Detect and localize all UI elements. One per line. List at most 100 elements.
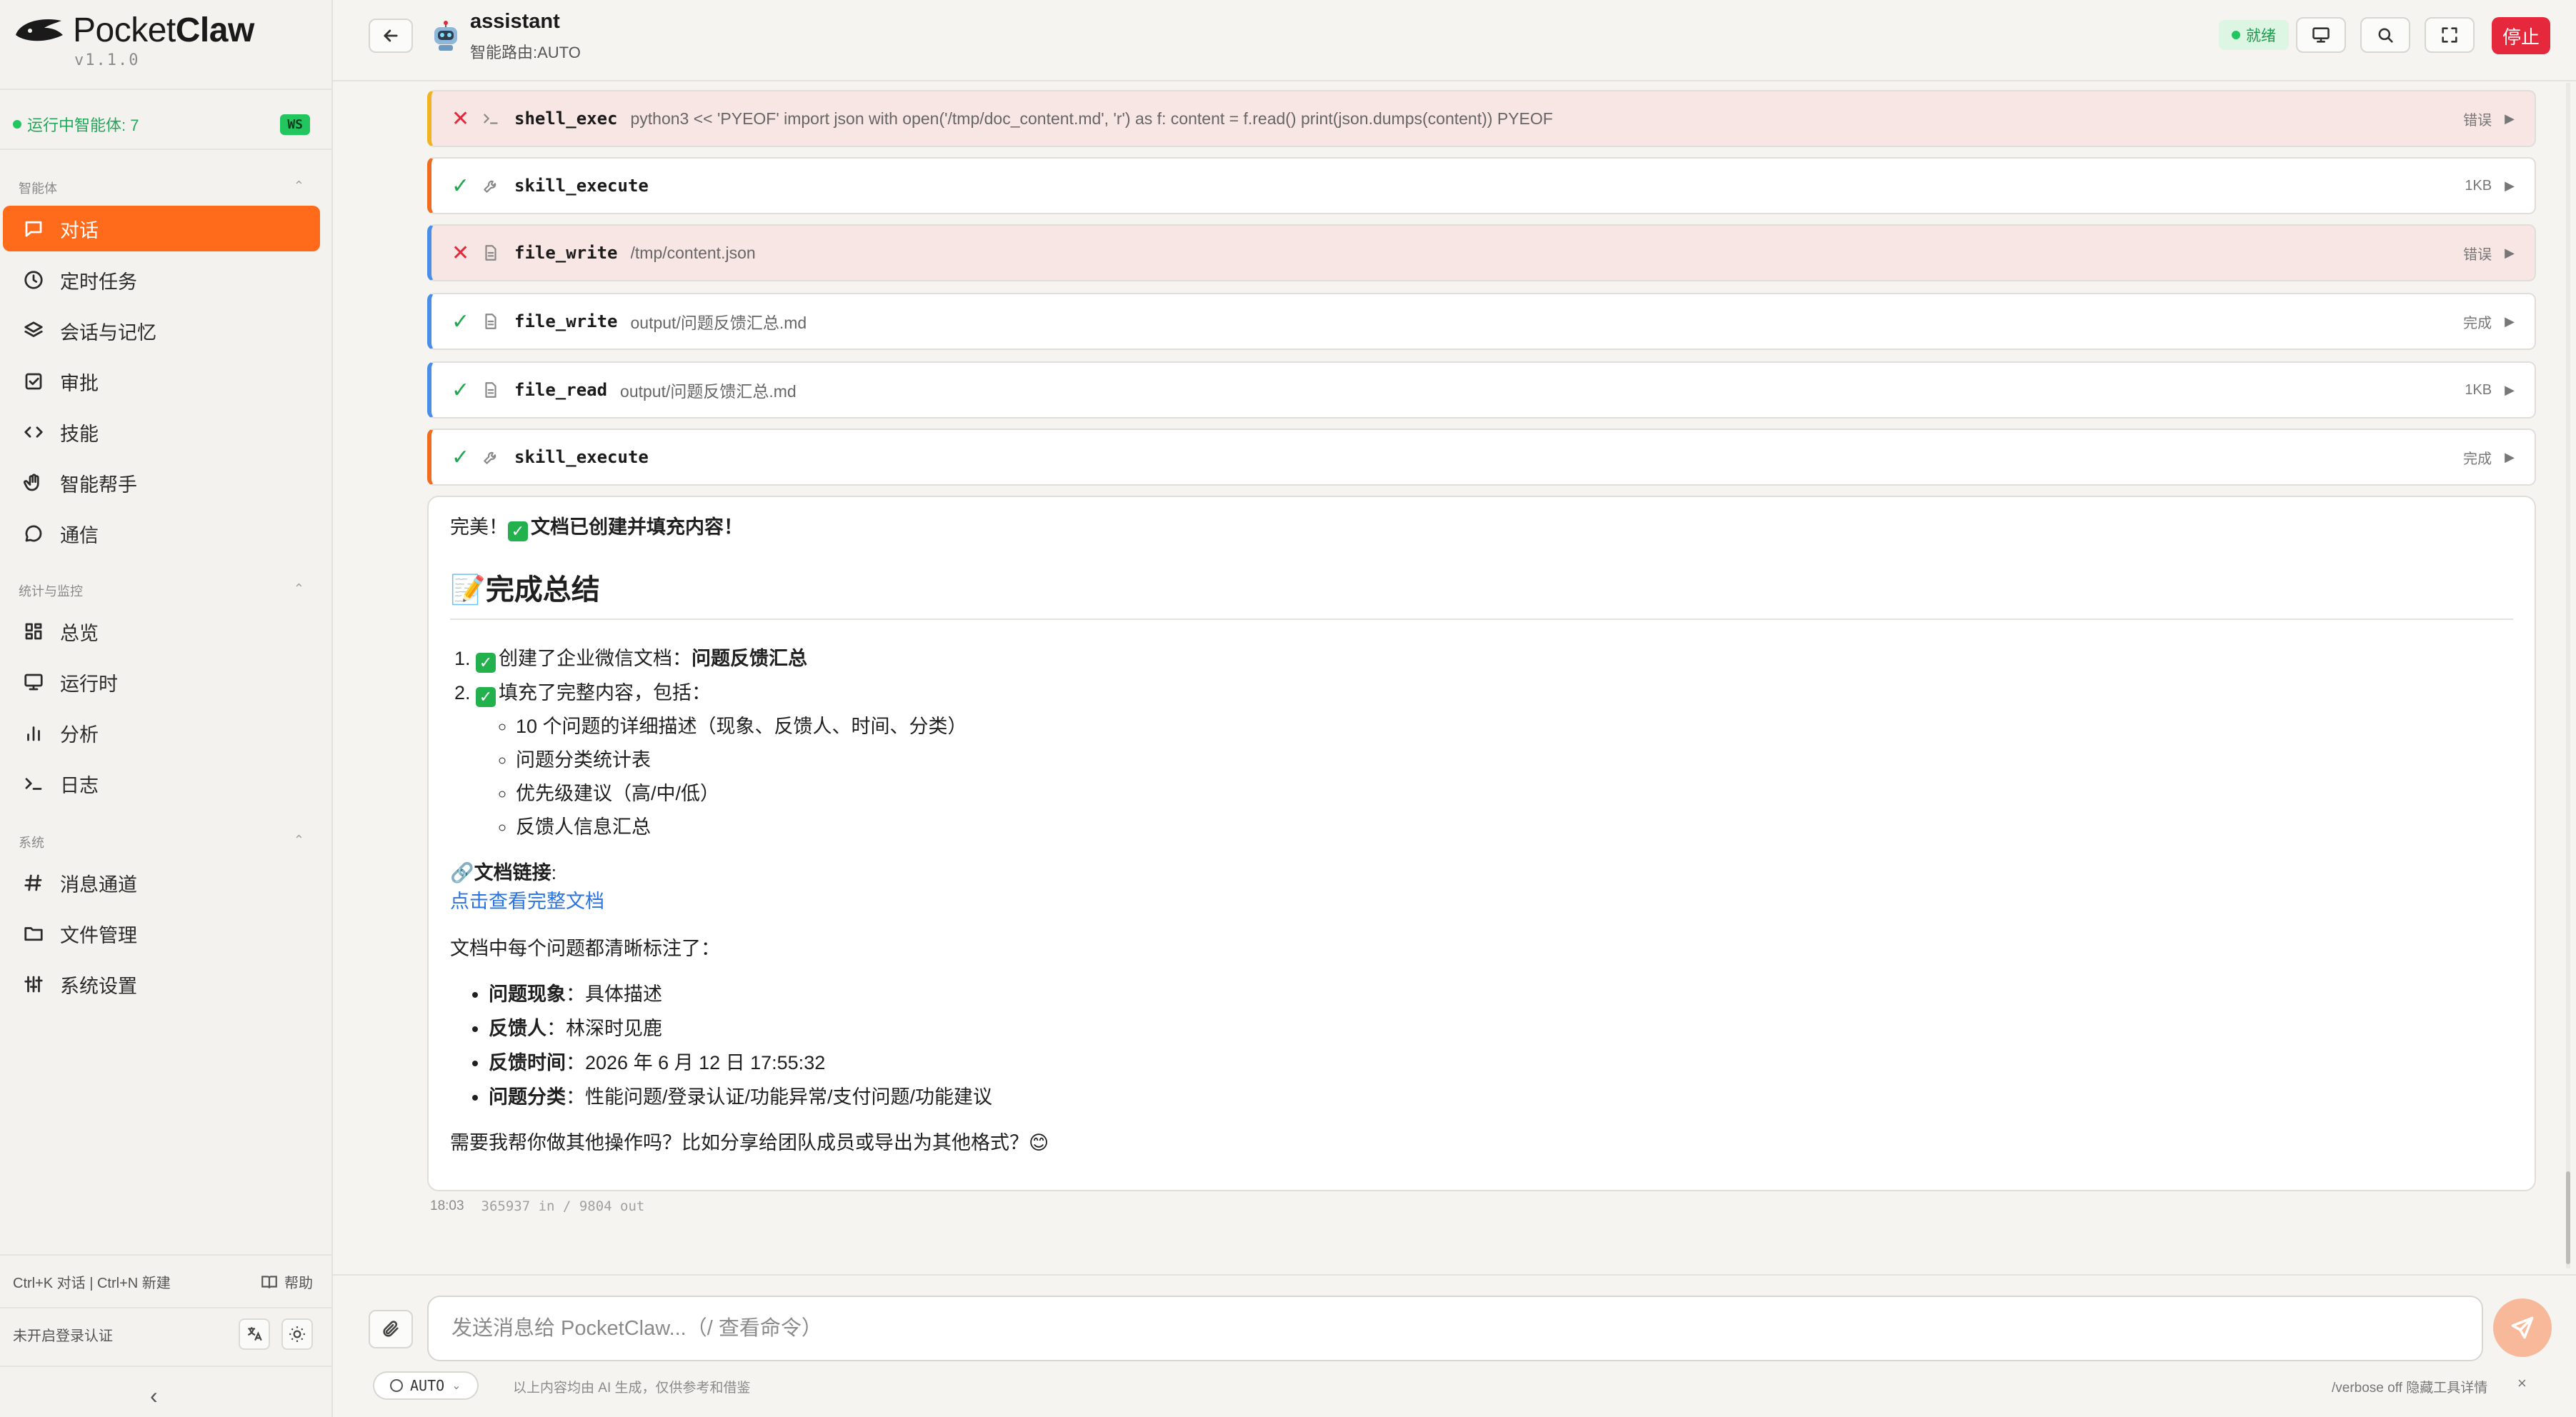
back-button[interactable]: [369, 19, 413, 53]
nav-item-sessions-memory[interactable]: 会话与记忆: [3, 308, 320, 354]
auth-status: 未开启登录认证: [13, 1328, 113, 1344]
expand-arrow-icon[interactable]: ▶: [2505, 314, 2515, 329]
agents-running-label: 运行中智能体: 7: [27, 116, 139, 134]
expand-arrow-icon[interactable]: ▶: [2505, 383, 2515, 398]
folder-icon: [21, 921, 46, 946]
scrollbar-track[interactable]: [2566, 83, 2570, 1268]
tool-call-card[interactable]: ✕ shell_exec python3 << 'PYEOF' import j…: [427, 90, 2536, 147]
divider: [0, 1366, 333, 1367]
token-usage: 365937 in / 9804 out: [481, 1198, 645, 1214]
monitor-icon: [21, 670, 46, 694]
monitor-button[interactable]: [2296, 17, 2346, 53]
collapse-chevron-icon: ⌃: [293, 581, 304, 596]
nav-item-chat[interactable]: 对话: [3, 206, 320, 251]
nav-item-settings[interactable]: 系统设置: [3, 961, 320, 1007]
check-square-icon: [21, 369, 46, 394]
nav-item-runtime[interactable]: 运行时: [3, 659, 320, 705]
divider: [0, 1307, 333, 1308]
status-dot-icon: [2232, 31, 2240, 39]
marked-intro: 文档中每个问题都清晰标注了：: [450, 938, 720, 959]
tool-call-card[interactable]: ✕ file_write /tmp/content.json 错误 ▶: [427, 224, 2536, 281]
nav-item-logs[interactable]: 日志: [3, 761, 320, 806]
expand-arrow-icon[interactable]: ▶: [2505, 111, 2515, 126]
section-header-system[interactable]: 系统 ⌃: [19, 833, 304, 851]
tool-detail: output/问题反馈汇总.md: [630, 314, 807, 332]
check-mark-icon: ✓: [476, 687, 496, 707]
tool-status-label: 错误: [2463, 112, 2492, 129]
clock-icon: [21, 268, 46, 292]
nav-item-file-manager[interactable]: 文件管理: [3, 911, 320, 956]
auth-row: 未开启登录认证: [13, 1318, 313, 1350]
success-check-icon: ✓: [451, 174, 470, 198]
nav-item-analytics[interactable]: 分析: [3, 710, 320, 756]
divider: [0, 149, 333, 150]
expand-arrow-icon[interactable]: ▶: [2505, 246, 2515, 261]
collapse-chevron-icon: ⌃: [293, 833, 304, 847]
nav-item-smart-helper[interactable]: 智能帮手: [3, 460, 320, 506]
divider: [0, 89, 333, 90]
ws-badge: WS: [280, 114, 310, 135]
tool-call-card[interactable]: ✓ file_write output/问题反馈汇总.md 完成 ▶: [427, 293, 2536, 350]
fullscreen-button[interactable]: [2425, 17, 2475, 53]
summary-heading: 📝完成总结: [450, 571, 2513, 620]
success-check-icon: ✓: [451, 378, 470, 402]
check-mark-icon: ✓: [476, 653, 496, 673]
mode-selector[interactable]: AUTO ⌄: [373, 1371, 479, 1400]
close-icon[interactable]: ×: [2517, 1374, 2527, 1393]
message-input[interactable]: [427, 1296, 2483, 1361]
list-item: ✓创建了企业微信文档：问题反馈汇总: [476, 641, 2513, 676]
list-item: 优先级建议（高/中/低）: [516, 777, 2513, 811]
agent-route: 智能路由:AUTO: [470, 44, 581, 61]
monitor-icon: [2312, 27, 2330, 43]
list-item: 反馈时间：2026 年 6 月 12 日 17:55:32: [489, 1046, 2513, 1080]
tool-call-card[interactable]: ✓ skill_execute 1KB ▶: [427, 157, 2536, 214]
summary-list: ✓创建了企业微信文档：问题反馈汇总 ✓填充了完整内容，包括： 10 个问题的详细…: [450, 641, 2513, 844]
doc-link-line: 点击查看完整文档: [450, 887, 2513, 916]
code-icon: [21, 420, 46, 444]
nav-item-scheduled-tasks[interactable]: 定时任务: [3, 257, 320, 303]
chat-icon: [21, 216, 46, 241]
message-circle-icon: [21, 521, 46, 546]
tool-call-card[interactable]: ✓ file_read output/问题反馈汇总.md 1KB ▶: [427, 361, 2536, 419]
success-check-icon: ✓: [451, 309, 470, 334]
brand[interactable]: PocketClaw: [13, 9, 254, 51]
shortcuts-hint: Ctrl+K 对话 | Ctrl+N 新建: [13, 1276, 171, 1291]
tool-call-card[interactable]: ✓ skill_execute 完成 ▶: [427, 429, 2536, 486]
message-time: 18:03: [430, 1198, 464, 1213]
nav-item-communication[interactable]: 通信: [3, 511, 320, 556]
message-intro: 完美！ ✓ 文档已创建并填充内容！: [450, 516, 743, 541]
tool-detail: output/问题反馈汇总.md: [620, 382, 797, 401]
tool-status-label: 错误: [2463, 246, 2492, 263]
grid-icon: [21, 619, 46, 644]
nav-item-overview[interactable]: 总览: [3, 609, 320, 654]
nav-item-channels[interactable]: 消息通道: [3, 860, 320, 906]
claw-logo-icon: [16, 19, 63, 41]
language-button[interactable]: [239, 1318, 270, 1350]
stop-button[interactable]: 停止: [2492, 17, 2550, 54]
message-closing: 需要我帮你做其他操作吗？比如分享给团队成员或导出为其他格式？😊: [450, 1132, 1049, 1153]
send-button[interactable]: [2493, 1298, 2552, 1357]
nav-item-approval[interactable]: 审批: [3, 359, 320, 404]
chevron-left-icon[interactable]: ‹: [150, 1383, 158, 1409]
success-check-icon: ✓: [451, 445, 470, 469]
attach-button[interactable]: [369, 1310, 413, 1348]
expand-arrow-icon[interactable]: ▶: [2505, 450, 2515, 465]
list-item: ✓填充了完整内容，包括： 10 个问题的详细描述（现象、反馈人、时间、分类） 问…: [476, 676, 2513, 844]
bar-chart-icon: [21, 721, 46, 745]
expand-arrow-icon[interactable]: ▶: [2505, 179, 2515, 194]
tool-name: shell_exec: [514, 109, 618, 129]
doc-link[interactable]: 点击查看完整文档: [450, 891, 604, 912]
shortcuts-row: Ctrl+K 对话 | Ctrl+N 新建 帮助: [13, 1271, 313, 1292]
collapse-chevron-icon: ⌃: [293, 179, 304, 193]
list-item: 反馈人：林深时见鹿: [489, 1011, 2513, 1046]
help-link[interactable]: 帮助: [260, 1271, 313, 1292]
scrollbar-thumb[interactable]: [2566, 1171, 2570, 1264]
section-header-stats[interactable]: 统计与监控 ⌃: [19, 581, 304, 600]
theme-toggle-button[interactable]: [281, 1318, 313, 1350]
nav-item-skills[interactable]: 技能: [3, 409, 320, 455]
fields-list: 问题现象：具体描述 反馈人：林深时见鹿 反馈时间：2026 年 6 月 12 日…: [450, 977, 2513, 1114]
divider: [0, 1254, 333, 1256]
terminal-icon: [481, 109, 510, 128]
search-button[interactable]: [2360, 17, 2410, 53]
section-header-agents[interactable]: 智能体 ⌃: [19, 179, 304, 197]
